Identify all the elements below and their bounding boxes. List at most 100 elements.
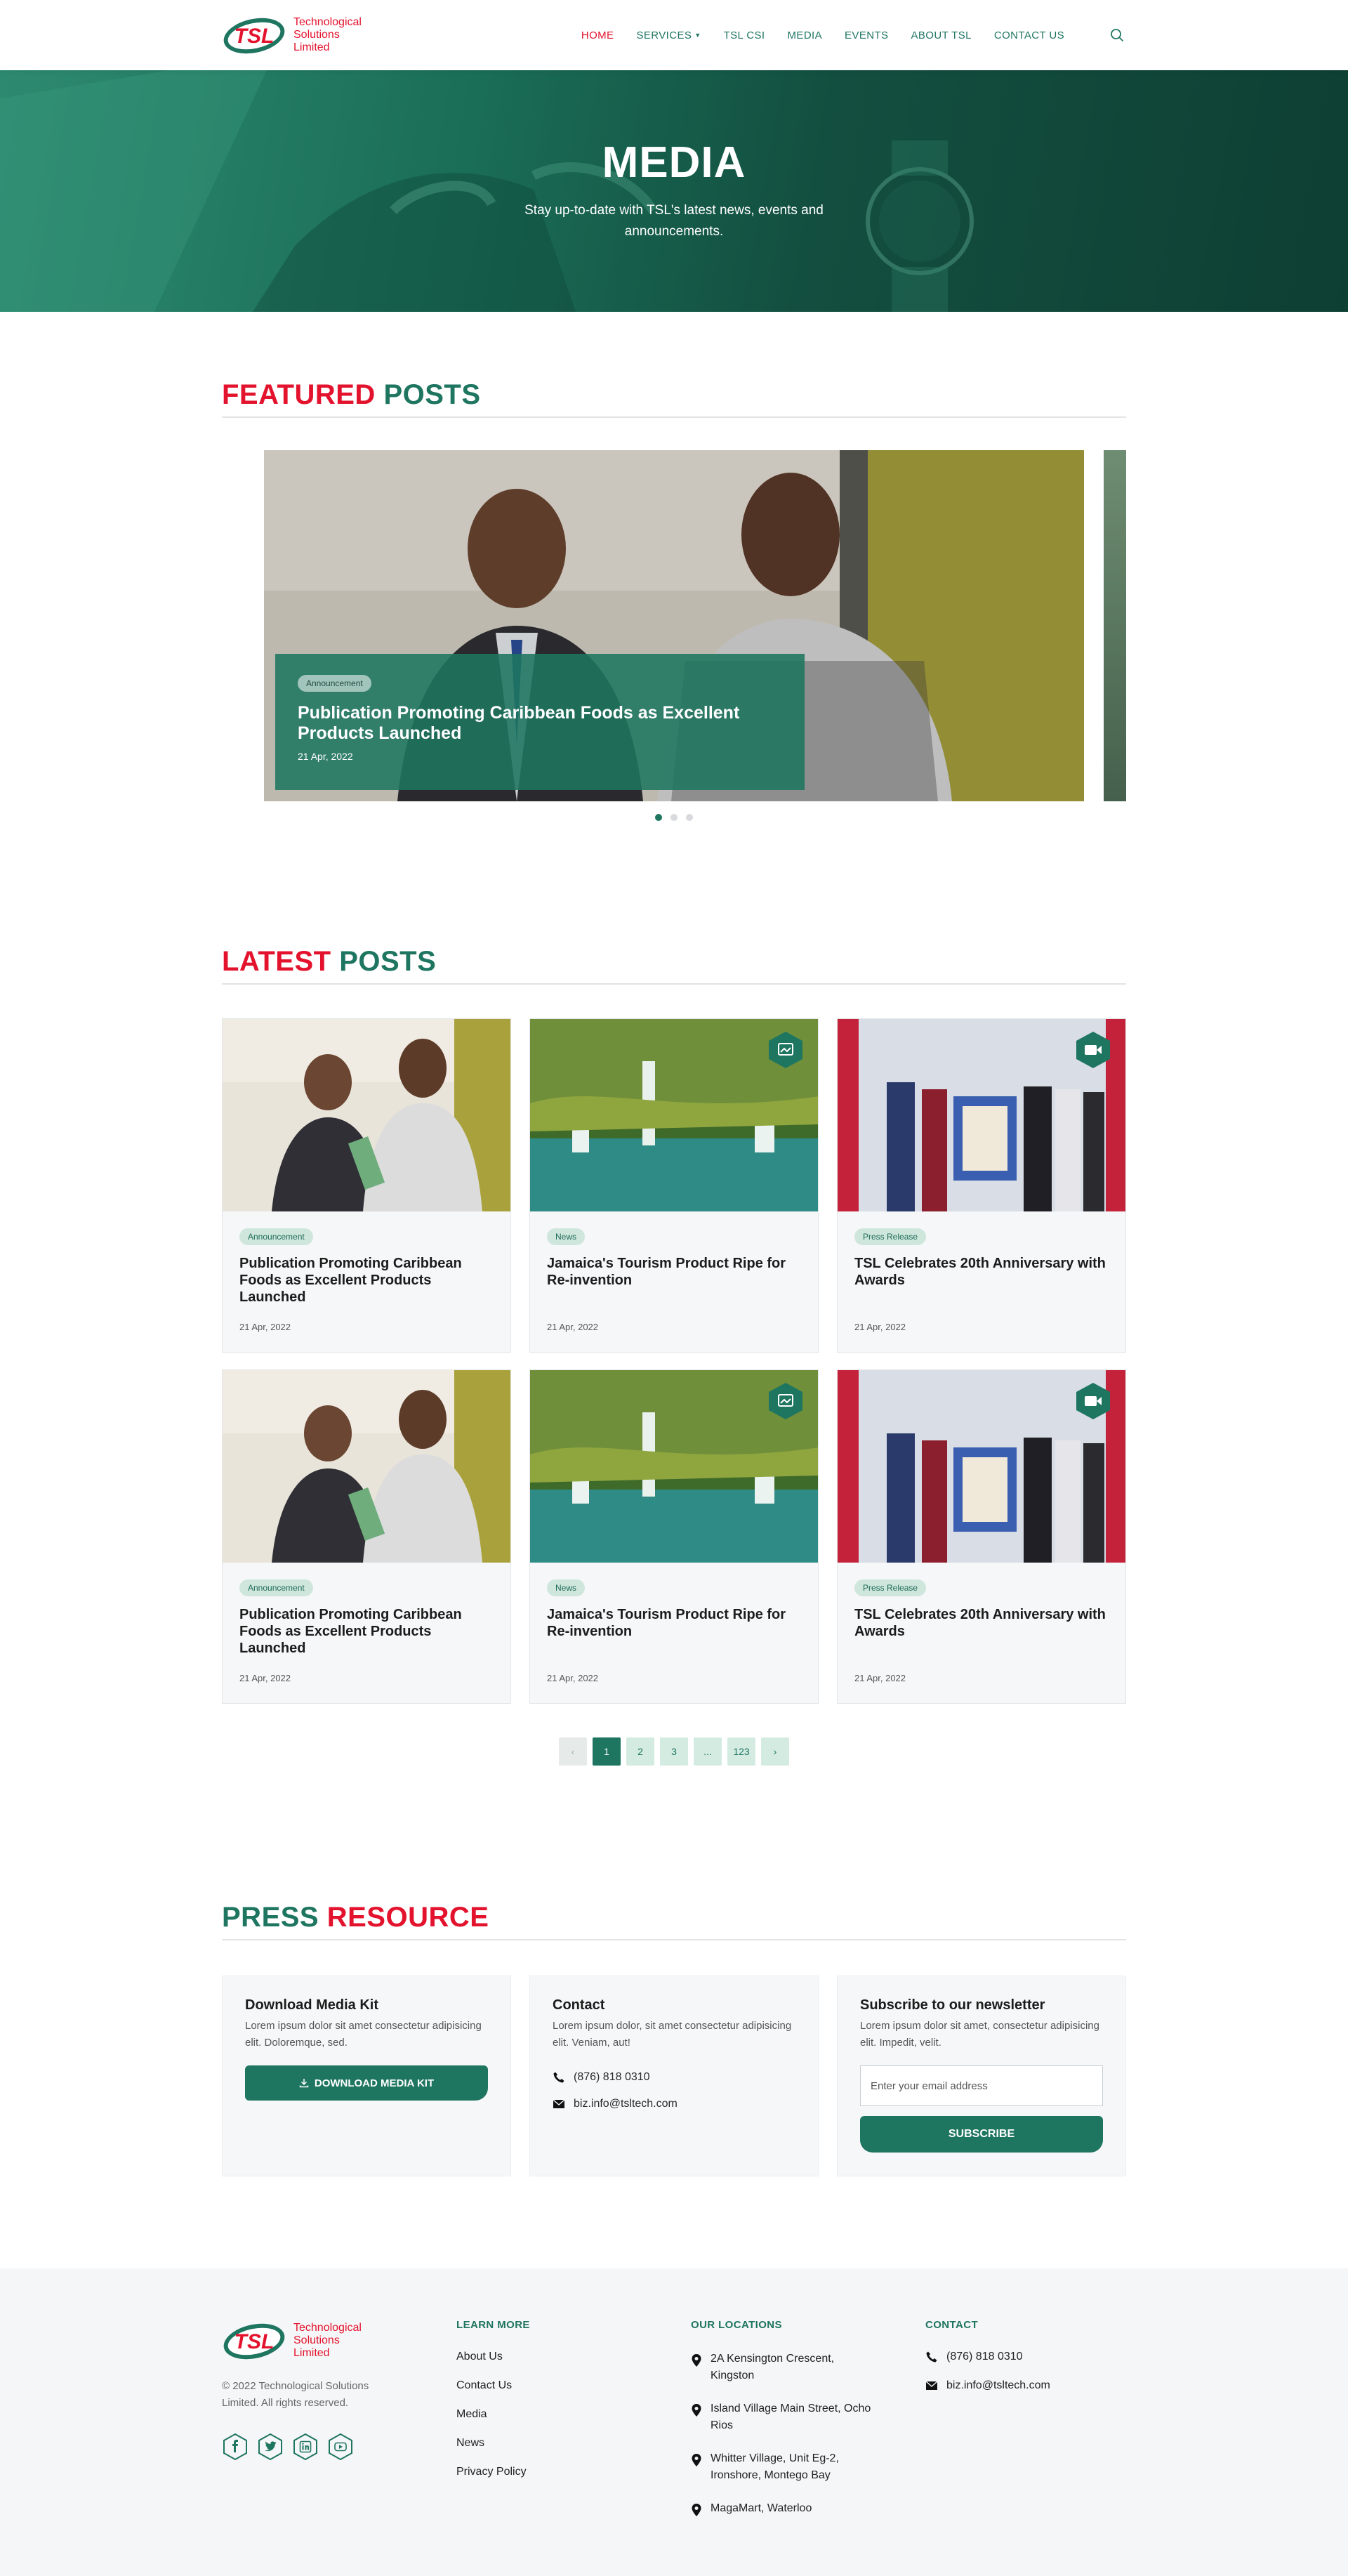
prev-page-button[interactable]: ‹ <box>559 1737 587 1766</box>
map-pin-icon <box>692 2504 701 2516</box>
page-button-last[interactable]: 123 <box>727 1737 755 1766</box>
linkedin-icon[interactable] <box>292 2433 319 2461</box>
download-icon <box>299 2079 309 2088</box>
post-date: 21 Apr, 2022 <box>547 1322 599 1332</box>
download-media-kit-button[interactable]: DOWNLOAD MEDIA KIT <box>245 2065 488 2101</box>
post-date: 21 Apr, 2022 <box>854 1673 906 1683</box>
category-badge[interactable]: Announcement <box>239 1579 313 1596</box>
post-title[interactable]: Publication Promoting Caribbean Foods as… <box>239 1606 494 1657</box>
category-badge[interactable]: Press Release <box>854 1579 927 1596</box>
category-badge[interactable]: News <box>547 1228 586 1245</box>
newsletter-title: Subscribe to our newsletter <box>860 1997 1045 2013</box>
page-button-2[interactable]: 2 <box>626 1737 654 1766</box>
copyright-text: © 2022 Technological Solutions Limited. … <box>222 2380 369 2409</box>
post-thumbnail[interactable] <box>223 1019 510 1211</box>
location-item: Whitter Village, Unit Eg-2, Ironshore, M… <box>691 2450 873 2484</box>
nav-home[interactable]: HOME <box>581 29 614 41</box>
video-icon <box>1076 1032 1110 1068</box>
featured-post-title-line-2: Products Launched <box>298 723 462 743</box>
contact-phone[interactable]: (876) 818 0310 <box>553 2071 795 2084</box>
post-thumbnail[interactable] <box>530 1370 818 1563</box>
featured-slide-caption: Announcement Publication Promoting Carib… <box>275 654 805 790</box>
featured-slide[interactable]: Announcement Publication Promoting Carib… <box>264 450 1084 801</box>
footer-email[interactable]: biz.info@tsltech.com <box>925 2379 1126 2392</box>
footer-link-media[interactable]: Media <box>456 2408 691 2421</box>
tsl-logo-icon: TSL <box>223 18 285 54</box>
svg-text:TSL: TSL <box>234 2330 275 2353</box>
gallery-icon <box>769 1383 802 1419</box>
site-logo[interactable]: TSL Technological Solutions Limited <box>222 13 362 57</box>
subscribe-button[interactable]: SUBSCRIBE <box>860 2116 1103 2153</box>
nav-media[interactable]: MEDIA <box>788 29 823 41</box>
category-badge[interactable]: News <box>547 1579 586 1596</box>
hero-subtitle-line-2: announcements. <box>624 224 724 239</box>
logo-wordmark: Technological Solutions Limited <box>293 16 362 54</box>
newsletter-email-input[interactable]: Enter your email address <box>860 2065 1103 2106</box>
nav-about[interactable]: ABOUT TSL <box>911 29 971 41</box>
post-thumbnail[interactable] <box>838 1370 1125 1563</box>
nav-services[interactable]: SERVICES ▼ <box>636 29 701 41</box>
post-card[interactable]: News Jamaica's Tourism Product Ripe for … <box>529 1369 819 1704</box>
carousel-dot-2[interactable] <box>670 814 678 821</box>
site-footer: TSL Technological Solutions Limited © 20… <box>0 2268 1348 2576</box>
post-card[interactable]: Announcement Publication Promoting Carib… <box>222 1369 511 1704</box>
search-button[interactable] <box>1108 26 1126 44</box>
post-title[interactable]: Jamaica's Tourism Product Ripe for Re-in… <box>547 1255 801 1289</box>
twitter-icon[interactable] <box>257 2433 284 2461</box>
footer-link-contact[interactable]: Contact Us <box>456 2379 691 2392</box>
nav-contact[interactable]: CONTACT US <box>994 29 1064 41</box>
footer-link-news[interactable]: News <box>456 2437 691 2450</box>
post-title[interactable]: TSL Celebrates 20th Anniversary with Awa… <box>854 1255 1109 1289</box>
site-header: TSL Technological Solutions Limited HOME… <box>0 0 1348 70</box>
contact-email[interactable]: biz.info@tsltech.com <box>553 2098 795 2110</box>
footer-logo[interactable]: TSL Technological Solutions Limited <box>222 2319 456 2363</box>
carousel-dot-3[interactable] <box>686 814 693 821</box>
footer-phone[interactable]: (876) 818 0310 <box>925 2351 1126 2363</box>
featured-carousel[interactable]: Announcement Publication Promoting Carib… <box>222 450 1126 801</box>
logo-line-2: Solutions <box>293 2334 340 2346</box>
carousel-dot-1[interactable] <box>655 814 662 821</box>
post-thumbnail[interactable] <box>838 1019 1125 1211</box>
category-badge[interactable]: Press Release <box>854 1228 927 1245</box>
post-title[interactable]: Jamaica's Tourism Product Ripe for Re-in… <box>547 1606 801 1640</box>
latest-title-word-2: POSTS <box>339 946 437 977</box>
post-title[interactable]: TSL Celebrates 20th Anniversary with Awa… <box>854 1606 1109 1640</box>
page-button-3[interactable]: 3 <box>660 1737 688 1766</box>
nav-tsl-csi[interactable]: TSL CSI <box>724 29 765 41</box>
next-page-button[interactable]: › <box>761 1737 789 1766</box>
map-pin-icon <box>692 2454 701 2466</box>
featured-posts-title: FEATURED POSTS <box>222 379 1126 418</box>
footer-contact-heading: CONTACT <box>925 2319 979 2331</box>
logo-line-1: Technological <box>293 2322 362 2334</box>
contact-card-text: Lorem ipsum dolor, sit amet consectetur … <box>553 2020 792 2049</box>
logo-wordmark: Technological Solutions Limited <box>293 2322 362 2360</box>
category-badge[interactable]: Announcement <box>239 1228 313 1245</box>
caret-down-icon: ▼ <box>694 32 701 39</box>
footer-link-about[interactable]: About Us <box>456 2351 691 2363</box>
category-badge[interactable]: Announcement <box>298 675 371 692</box>
youtube-icon[interactable] <box>327 2433 354 2461</box>
page-ellipsis: ... <box>694 1737 722 1766</box>
carousel-dots <box>222 814 1126 821</box>
logo-line-3: Limited <box>293 41 330 53</box>
featured-post-title[interactable]: Publication Promoting Caribbean Foods as… <box>298 703 782 744</box>
post-card[interactable]: Press Release TSL Celebrates 20th Annive… <box>837 1018 1126 1353</box>
post-thumbnail[interactable] <box>530 1019 818 1211</box>
post-card[interactable]: Announcement Publication Promoting Carib… <box>222 1018 511 1353</box>
nav-events[interactable]: EVENTS <box>845 29 888 41</box>
page-button-1[interactable]: 1 <box>593 1737 621 1766</box>
facebook-icon[interactable] <box>222 2433 249 2461</box>
post-card[interactable]: News Jamaica's Tourism Product Ripe for … <box>529 1018 819 1353</box>
post-date: 21 Apr, 2022 <box>239 1673 291 1683</box>
post-title[interactable]: Publication Promoting Caribbean Foods as… <box>239 1255 494 1306</box>
media-kit-card: Download Media Kit Lorem ipsum dolor sit… <box>222 1976 511 2176</box>
post-card[interactable]: Press Release TSL Celebrates 20th Annive… <box>837 1369 1126 1704</box>
footer-link-privacy[interactable]: Privacy Policy <box>456 2466 691 2478</box>
nav-home-label: HOME <box>581 29 614 41</box>
press-title-word-2: RESOURCE <box>326 1902 489 1933</box>
contact-card-title: Contact <box>553 1997 605 2013</box>
next-slide-peek[interactable] <box>1104 450 1126 801</box>
post-thumbnail[interactable] <box>223 1370 510 1563</box>
learn-more-links: About Us Contact Us Media News Privacy P… <box>456 2351 691 2478</box>
location-item: MagaMart, Waterloo <box>691 2500 873 2517</box>
